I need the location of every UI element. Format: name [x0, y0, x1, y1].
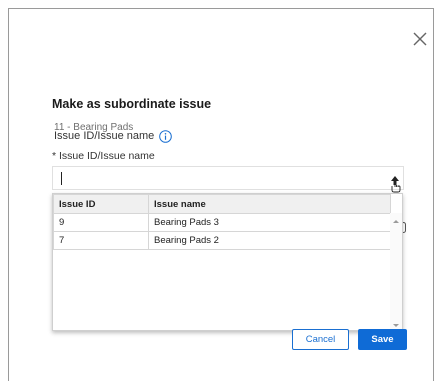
issue-field-label: * Issue ID/Issue name	[52, 150, 155, 162]
cell-issue-id[interactable]: 9	[53, 213, 149, 232]
table-row[interactable]: 7 Bearing Pads 2	[53, 231, 391, 250]
issue-table: Issue ID Issue name 9 Bearing Pads 3 7 B…	[53, 194, 391, 250]
cell-issue-name[interactable]: Bearing Pads 3	[148, 213, 391, 232]
cell-issue-name[interactable]: Bearing Pads 2	[148, 231, 391, 250]
close-button[interactable]	[412, 31, 428, 47]
info-icon[interactable]	[159, 129, 173, 143]
readonly-field-value: 11 - Bearing Pads	[54, 122, 134, 133]
column-header-issue-name[interactable]: Issue name	[148, 194, 391, 214]
scroll-up-icon[interactable]	[393, 220, 399, 223]
issue-search-input[interactable]	[52, 166, 404, 190]
page: Make as subordinate issue Issue ID/Issue…	[0, 0, 442, 381]
text-caret	[61, 172, 62, 185]
dialog-title: Make as subordinate issue	[52, 97, 212, 111]
close-icon	[413, 32, 427, 46]
save-button[interactable]: Save	[358, 329, 407, 350]
table-header-row: Issue ID Issue name	[53, 194, 391, 214]
cancel-button[interactable]: Cancel	[292, 329, 349, 350]
dropdown-scrollbar[interactable]	[390, 213, 402, 330]
column-header-issue-id[interactable]: Issue ID	[53, 194, 149, 214]
table-row[interactable]: 9 Bearing Pads 3	[53, 213, 391, 232]
scroll-down-icon[interactable]	[393, 324, 399, 327]
issue-dropdown: Issue ID Issue name 9 Bearing Pads 3 7 B…	[52, 193, 403, 331]
upload-icon[interactable]	[388, 175, 402, 193]
cell-issue-id[interactable]: 7	[53, 231, 149, 250]
